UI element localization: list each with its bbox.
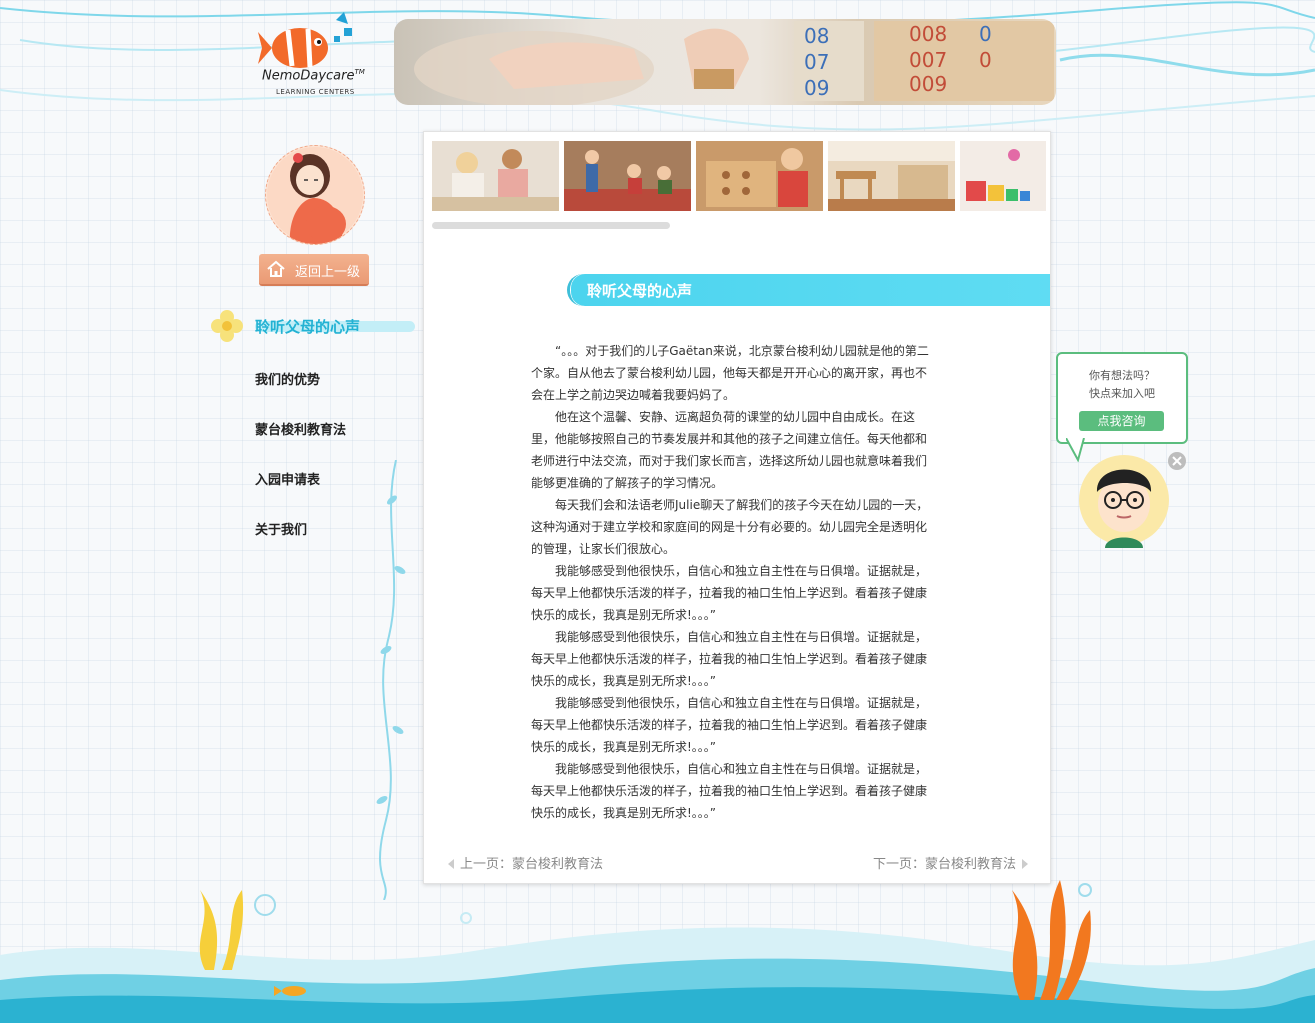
svg-text:007: 007 (909, 48, 947, 72)
svg-text:009: 009 (909, 72, 947, 96)
gallery-thumbnail[interactable] (960, 141, 1046, 211)
sidebar-item-our-advantages[interactable]: 我们的优势 (255, 369, 320, 388)
svg-text:0: 0 (979, 48, 992, 72)
consult-button[interactable]: 点我咨询 (1079, 411, 1164, 431)
gallery-thumbnail[interactable] (696, 141, 823, 211)
sidebar-item-montessori-method[interactable]: 蒙台梭利教育法 (255, 419, 346, 438)
svg-text:07: 07 (804, 50, 829, 74)
vine-decoration (376, 460, 406, 900)
gallery-thumbnail[interactable] (432, 141, 559, 211)
boy-avatar-icon[interactable] (1077, 452, 1171, 548)
consult-prompt-line2: 快点来加入吧 (1089, 387, 1155, 400)
content-panel: 聆听父母的心声 “。。。对于我们的儿子Gaëtan来说，北京蒙台梭利幼儿园就是他… (423, 131, 1051, 884)
article-paragraph: 我能够感受到他很快乐，自信心和独立自主性在与日俱增。证据就是，每天早上他都快乐活… (531, 696, 928, 754)
svg-text:08: 08 (804, 24, 829, 48)
sidebar-item-enrollment-form[interactable]: 入园申请表 (255, 469, 320, 488)
svg-text:008: 008 (909, 22, 947, 46)
consult-speech-bubble: 你有想法吗？ 快点来加入吧 点我咨询 (1056, 352, 1188, 444)
sidebar-item-parents-voice[interactable]: 聆听父母的心声 (255, 316, 360, 337)
article-paragraph: 我能够感受到他很快乐，自信心和独立自主性在与日俱增。证据就是，每天早上他都快乐活… (531, 762, 928, 820)
back-to-parent-button[interactable]: 返回上一级 (259, 254, 369, 286)
logo-subtitle: LEARNING CENTERS (276, 88, 355, 96)
consult-prompt-line1: 你有想法吗？ (1089, 369, 1155, 382)
page-title: 聆听父母的心声 (587, 282, 693, 300)
gallery-thumbnail[interactable] (564, 141, 691, 211)
gallery-thumbnail[interactable] (828, 141, 955, 211)
article-paragraph: 他在这个温馨、安静、远离超负荷的课堂的幼儿园中自由成长。在这里，他能够按照自己的… (531, 410, 928, 490)
article-paragraph: 我能够感受到他很快乐，自信心和独立自主性在与日俱增。证据就是，每天早上他都快乐活… (531, 630, 928, 688)
home-icon (267, 260, 285, 277)
article-paragraph: 我能够感受到他很快乐，自信心和独立自主性在与日俱增。证据就是，每天早上他都快乐活… (531, 564, 928, 622)
svg-text:09: 09 (804, 76, 829, 100)
close-icon[interactable] (1167, 451, 1187, 471)
sidebar-item-about-us[interactable]: 关于我们 (255, 519, 307, 538)
logo-brand-text: NemoDaycareTM (262, 68, 365, 84)
back-button-label: 返回上一级 (295, 265, 361, 280)
avatar-mother-illustration (265, 145, 365, 245)
gallery-scrollbar[interactable] (432, 222, 670, 229)
ocean-bottom-decoration (0, 880, 1315, 1023)
header-banner-image: 08 07 09 008 007 009 0 0 (394, 19, 1056, 105)
svg-text:0: 0 (979, 22, 992, 46)
flower-icon (211, 310, 243, 342)
article-paragraph: 每天我们会和法语老师Julie聊天了解我们的孩子今天在幼儿园的一天，这种沟通对于… (531, 498, 929, 556)
article-body: “。。。对于我们的儿子Gaëtan来说，北京蒙台梭利幼儿园就是他的第二个家。自从… (531, 340, 929, 824)
article-paragraph: “。。。对于我们的儿子Gaëtan来说，北京蒙台梭利幼儿园就是他的第二个家。自从… (531, 344, 929, 402)
